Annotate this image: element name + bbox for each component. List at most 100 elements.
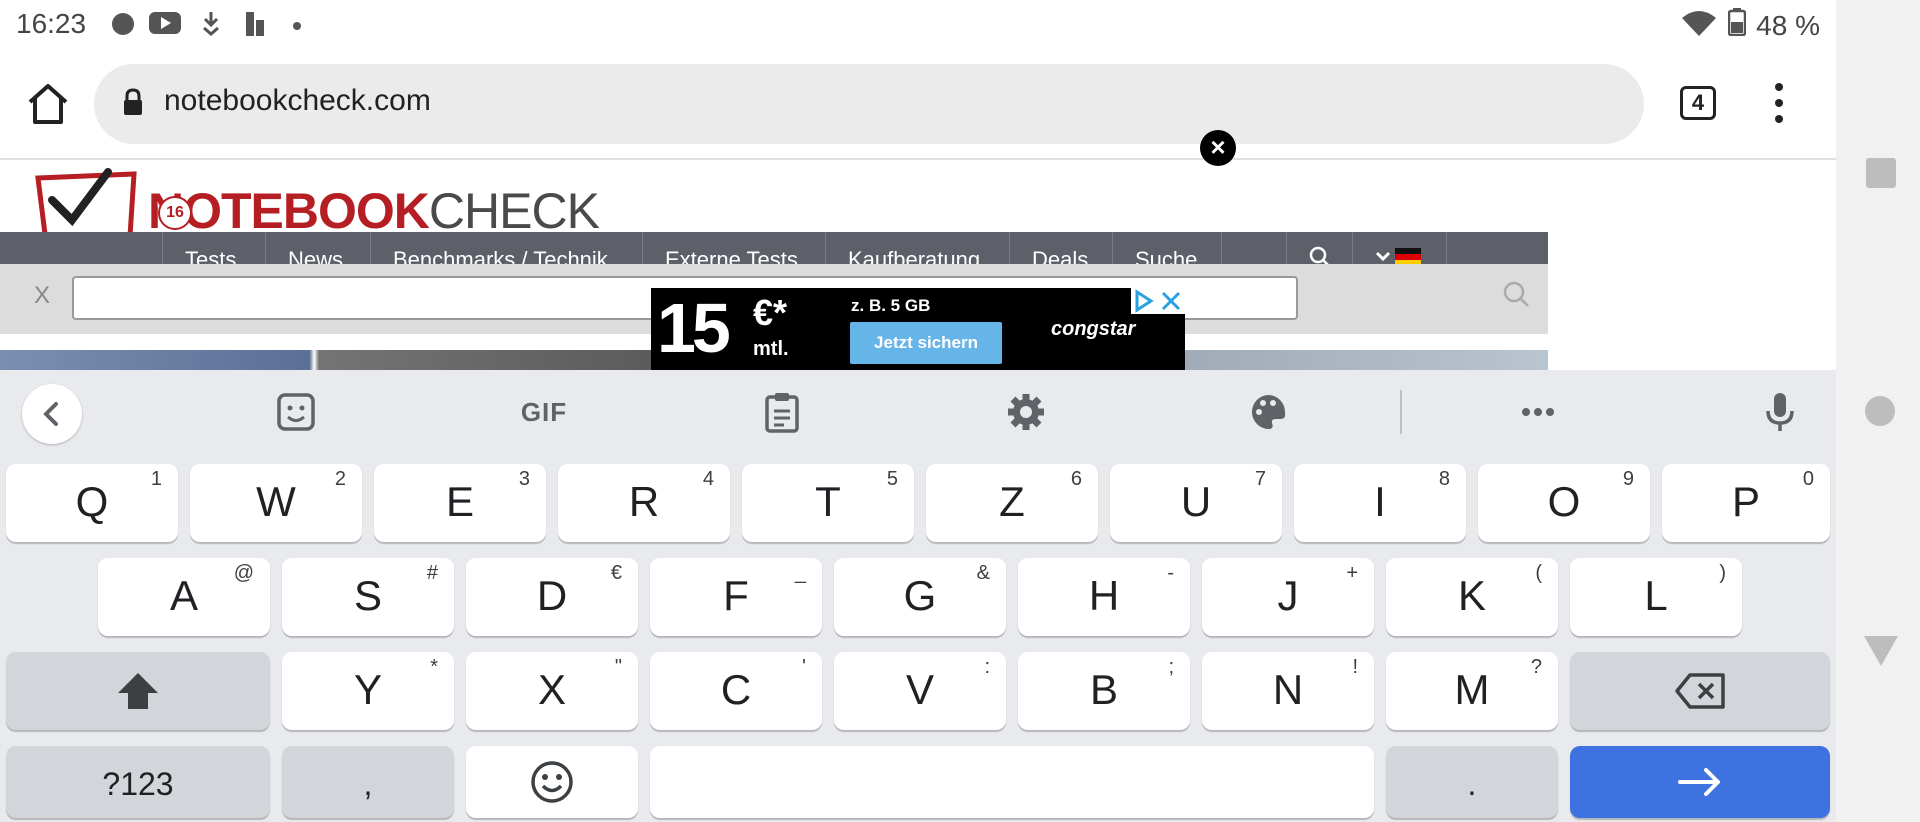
key-hint: 4 <box>702 468 714 490</box>
key-c[interactable]: C ' <box>650 652 822 730</box>
screen: 16:23 48 % notebookcheck.com 4 NOTEBOOKC… <box>0 0 1920 822</box>
period-label: . <box>1467 766 1477 802</box>
emoji-key[interactable] <box>466 746 638 818</box>
key-n[interactable]: N! <box>1202 652 1374 730</box>
key-w[interactable]: W2 <box>190 464 362 542</box>
key-hint: 0 <box>1802 468 1814 490</box>
keyboard: GIF Q1 W2 E3 R4 T5 Z6 U7 I8 O9 P 0 A @ S… <box>0 370 1836 822</box>
key-hint: 9 <box>1622 468 1634 490</box>
ad-close-icon[interactable]: × <box>1200 130 1236 166</box>
key-t[interactable]: T5 <box>742 464 914 542</box>
battery-percent: 48 % <box>1756 9 1820 41</box>
home-icon <box>28 84 68 124</box>
key-hint: 1 <box>150 468 162 490</box>
key-hint: € <box>610 562 622 584</box>
key-x[interactable]: X " <box>466 652 638 730</box>
webpage-content: NOTEBOOKCHECK 16 Tests News Benchmarks /… <box>0 160 1836 370</box>
key-b[interactable]: B; <box>1018 652 1190 730</box>
key-label: B <box>1089 666 1118 713</box>
space-key[interactable] <box>650 746 1374 818</box>
key-k[interactable]: K( <box>1386 558 1558 636</box>
key-q[interactable]: Q1 <box>6 464 178 542</box>
key-label: K <box>1457 572 1486 619</box>
comma-key[interactable]: , <box>282 746 454 818</box>
key-label: X <box>537 666 566 713</box>
mic-icon[interactable] <box>1756 388 1804 436</box>
shift-key[interactable] <box>6 652 270 730</box>
key-hint: " <box>614 656 622 678</box>
key-hint: ' <box>802 656 806 678</box>
key-d[interactable]: D € <box>466 558 638 636</box>
key-hint: ! <box>1352 656 1358 678</box>
key-hint: @ <box>233 562 254 584</box>
keyboard-toolbar: GIF <box>0 370 1836 456</box>
tab-switcher-button[interactable]: 4 <box>1680 86 1716 120</box>
arrow-right-icon <box>1570 746 1830 818</box>
search-icon[interactable] <box>1502 280 1530 313</box>
key-o[interactable]: O9 <box>1478 464 1650 542</box>
keyboard-back-button[interactable] <box>22 384 82 444</box>
dot-icon <box>292 18 302 36</box>
clipboard-icon[interactable] <box>758 388 806 436</box>
battery-icon <box>1727 8 1747 43</box>
back-nav-icon[interactable] <box>1864 636 1898 666</box>
go-key[interactable] <box>1570 746 1830 818</box>
palette-icon[interactable] <box>1244 388 1292 436</box>
key-hint: : <box>984 656 990 678</box>
key-f[interactable]: F _ <box>650 558 822 636</box>
key-s[interactable]: S # <box>282 558 454 636</box>
key-l[interactable]: L) <box>1570 558 1742 636</box>
recents-icon[interactable] <box>1866 158 1896 188</box>
key-h[interactable]: H- <box>1018 558 1190 636</box>
shift-icon <box>6 652 270 730</box>
home-button[interactable] <box>22 78 74 130</box>
ad-cta-button[interactable]: Jetzt sichern <box>850 322 1002 364</box>
address-bar[interactable]: notebookcheck.com <box>94 64 1644 144</box>
key-hint: ) <box>1719 562 1726 584</box>
more-icon[interactable] <box>1514 388 1562 436</box>
key-z[interactable]: Z6 <box>926 464 1098 542</box>
key-hint: 2 <box>334 468 346 490</box>
key-label: Y <box>353 666 382 713</box>
ad-brand: congstar <box>1051 318 1136 340</box>
gif-button[interactable]: GIF <box>512 388 576 436</box>
home-nav-icon[interactable] <box>1865 396 1895 426</box>
status-right: 48 % <box>1680 8 1820 43</box>
key-r[interactable]: R4 <box>558 464 730 542</box>
key-i[interactable]: I8 <box>1294 464 1466 542</box>
key-p[interactable]: P0 <box>1662 464 1830 542</box>
key-m[interactable]: M? <box>1386 652 1558 730</box>
ad-banner[interactable]: 15 €* mtl. z. B. 5 GB Jetzt sichern cong… <box>651 288 1185 370</box>
key-hint: ; <box>1168 656 1174 678</box>
key-e[interactable]: E3 <box>374 464 546 542</box>
backspace-key[interactable] <box>1570 652 1830 730</box>
period-key[interactable]: . <box>1386 746 1558 818</box>
emoji-icon <box>466 746 638 818</box>
key-y[interactable]: Y * <box>282 652 454 730</box>
key-j[interactable]: J + <box>1202 558 1374 636</box>
adchoices-icon[interactable] <box>1131 288 1185 314</box>
notification-icon <box>110 10 136 41</box>
sticker-icon[interactable] <box>272 388 320 436</box>
key-g[interactable]: G & <box>834 558 1006 636</box>
settings-icon[interactable] <box>1002 388 1050 436</box>
ad-period: mtl. <box>753 338 789 360</box>
key-v[interactable]: V: <box>834 652 1006 730</box>
key-u[interactable]: U7 <box>1110 464 1282 542</box>
key-label: C <box>720 666 752 713</box>
more-vert-icon <box>1775 83 1783 123</box>
logo-part2: CHECK <box>428 183 600 239</box>
browser-toolbar: notebookcheck.com 4 <box>0 48 1836 160</box>
key-hint: * <box>430 656 438 678</box>
key-a[interactable]: A @ <box>98 558 270 636</box>
backspace-icon <box>1570 652 1830 730</box>
ad-currency: €* <box>753 292 788 333</box>
toolbar-divider <box>1400 390 1402 434</box>
symbols-key[interactable]: ?123 <box>6 746 270 818</box>
youtube-icon <box>148 10 182 41</box>
key-hint: - <box>1167 562 1174 584</box>
key-label: H <box>1088 572 1120 619</box>
browser-menu-button[interactable] <box>1764 78 1794 128</box>
search-clear-button[interactable]: X <box>34 282 50 310</box>
key-label: N <box>1272 666 1304 713</box>
